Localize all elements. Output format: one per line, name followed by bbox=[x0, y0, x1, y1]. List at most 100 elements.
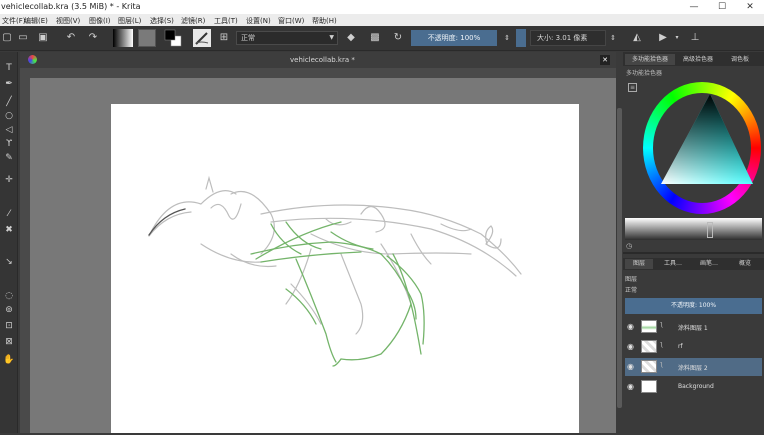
horizontal-ruler bbox=[20, 68, 616, 78]
inherit-alpha-icon[interactable]: ʅ bbox=[660, 320, 663, 328]
krita-logo-icon bbox=[28, 55, 37, 64]
vertical-scrollbar[interactable] bbox=[616, 52, 623, 433]
mirror-vertical-icon[interactable]: ▶ bbox=[656, 31, 670, 45]
value-gradient-bar[interactable] bbox=[625, 218, 762, 240]
text-tool-icon[interactable]: T bbox=[3, 62, 15, 74]
menu-help[interactable]: 帮助(H) bbox=[312, 16, 337, 26]
saturation-value-triangle[interactable] bbox=[643, 82, 761, 214]
tab-layers[interactable]: 图层 bbox=[625, 259, 653, 269]
bezier-tool-icon[interactable]: ϒ bbox=[3, 138, 15, 150]
menu-window[interactable]: 窗口(W) bbox=[278, 16, 304, 26]
brush-size-slider[interactable]: 大小: 3.01 像素 bbox=[530, 30, 606, 46]
chevron-down-icon: ▼ bbox=[329, 34, 334, 41]
right-docker: 多功能拾色器 高级拾色器 调色板 多功能拾色器 ≡ ◷ 图层 工具… 画笔… 概… bbox=[623, 52, 764, 433]
smart-patch-icon[interactable]: ✖ bbox=[3, 224, 15, 236]
size-spin-icon[interactable]: ⇕ bbox=[606, 31, 620, 45]
layer-thumbnail bbox=[641, 340, 657, 353]
menu-edit[interactable]: 编辑(E) bbox=[24, 16, 48, 26]
pattern-selector[interactable] bbox=[138, 29, 156, 47]
similar-select-icon[interactable]: ⊡ bbox=[3, 320, 15, 332]
value-gradient-marker[interactable] bbox=[707, 222, 713, 238]
freehand-path-icon[interactable]: ✎ bbox=[3, 152, 15, 164]
layer-row-selected[interactable]: ◉ ʅ 涂料图层 2 bbox=[625, 358, 762, 376]
opacity-slider[interactable]: 不透明度: 100% bbox=[411, 30, 497, 46]
move-tool-icon[interactable]: ✛ bbox=[3, 174, 15, 186]
tab-brush-presets[interactable]: 画笔… bbox=[693, 259, 725, 269]
tab-palette[interactable]: 调色板 bbox=[721, 54, 759, 65]
save-icon[interactable]: ▣ bbox=[36, 31, 50, 45]
layer-blend-mode-dropdown[interactable]: 正常 bbox=[625, 285, 637, 294]
color-panel-subtitle: 多功能拾色器 bbox=[626, 70, 663, 77]
menu-layer[interactable]: 图层(L) bbox=[118, 16, 141, 26]
eraser-icon[interactable]: ◆ bbox=[344, 31, 358, 45]
line-tool-icon[interactable]: ╱ bbox=[3, 96, 15, 108]
assistant-tool-icon[interactable]: ↘ bbox=[3, 256, 15, 268]
mirror-options-icon[interactable]: ▾ bbox=[670, 31, 684, 45]
pan-tool-icon[interactable]: ✋ bbox=[3, 354, 15, 366]
brush-settings-icon[interactable]: ⊞ bbox=[217, 31, 231, 45]
gradient-selector[interactable] bbox=[113, 29, 133, 47]
document-tab[interactable]: vehiclecollab.kra * ✕ bbox=[20, 52, 616, 68]
polygon-tool-icon[interactable]: ◁ bbox=[3, 124, 15, 136]
blend-mode-dropdown[interactable]: 正常 ▼ bbox=[236, 31, 338, 45]
reload-preset-icon[interactable]: ↻ bbox=[391, 31, 405, 45]
scrollbar-thumb[interactable] bbox=[617, 108, 622, 408]
visibility-eye-icon[interactable]: ◉ bbox=[627, 382, 634, 391]
tab-overview[interactable]: 概览 bbox=[729, 259, 761, 269]
ellipse-tool-icon[interactable]: ○ bbox=[3, 110, 15, 122]
undo-icon[interactable]: ↶ bbox=[64, 31, 78, 45]
tab-advanced-color-selector[interactable]: 高级拾色器 bbox=[677, 54, 719, 65]
inherit-alpha-icon[interactable]: ʅ bbox=[660, 360, 663, 368]
document-tab-title: vehiclecollab.kra * bbox=[290, 56, 355, 64]
tab-multi-color-selector[interactable]: 多功能拾色器 bbox=[625, 54, 675, 65]
mirror-horizontal-icon[interactable]: ◭ bbox=[630, 31, 644, 45]
menu-filter[interactable]: 滤镜(R) bbox=[181, 16, 205, 26]
layer-name: 涂料图层 2 bbox=[678, 365, 708, 372]
menu-file[interactable]: 文件(F) bbox=[2, 16, 26, 26]
sketch-drawing bbox=[148, 175, 522, 367]
menu-view[interactable]: 视图(V) bbox=[56, 16, 80, 26]
layer-row[interactable]: ◉ Background bbox=[625, 378, 762, 396]
menu-tools[interactable]: 工具(T) bbox=[214, 16, 238, 26]
bezier-select-icon[interactable]: ⊠ bbox=[3, 336, 15, 348]
brush-preset-icon[interactable] bbox=[193, 29, 211, 47]
contiguous-select-icon[interactable]: ⊚ bbox=[3, 304, 15, 316]
calligraphy-tool-icon[interactable]: ✒ bbox=[3, 78, 15, 90]
fg-bg-color-icon[interactable] bbox=[164, 29, 182, 47]
visibility-eye-icon[interactable]: ◉ bbox=[627, 362, 634, 371]
document-canvas[interactable] bbox=[111, 104, 579, 433]
alpha-lock-icon[interactable]: ▩ bbox=[368, 31, 382, 45]
main-toolbar: ▢ ▭ ▣ ↶ ↷ ⊞ 正常 ▼ ◆ ▩ ↻ 不透明度: 100% ⇕ 大小: … bbox=[0, 26, 764, 51]
layer-thumbnail bbox=[641, 360, 657, 373]
color-selector[interactable]: ≡ bbox=[625, 80, 762, 216]
minimize-button[interactable]: — bbox=[680, 0, 708, 14]
menu-select[interactable]: 选择(S) bbox=[150, 16, 174, 26]
maximize-button[interactable]: ☐ bbox=[708, 0, 736, 14]
menu-image[interactable]: 图像(I) bbox=[89, 16, 111, 26]
menu-bar: 文件(F) 编辑(E) 视图(V) 图像(I) 图层(L) 选择(S) 滤镜(R… bbox=[0, 14, 764, 26]
visibility-eye-icon[interactable]: ◉ bbox=[627, 322, 634, 331]
title-bar: vehiclecollab.kra (3.5 MiB) * - Krita — … bbox=[0, 0, 764, 14]
layer-thumbnail bbox=[641, 320, 657, 333]
visibility-eye-icon[interactable]: ◉ bbox=[627, 342, 634, 351]
redo-icon[interactable]: ↷ bbox=[86, 31, 100, 45]
layer-row[interactable]: ◉ ʅ rf bbox=[625, 338, 762, 356]
color-picker-icon[interactable]: ⁄ bbox=[3, 208, 15, 220]
close-window-button[interactable]: ✕ bbox=[736, 0, 764, 14]
inherit-alpha-icon[interactable]: ʅ bbox=[660, 340, 663, 348]
open-folder-icon[interactable]: ▭ bbox=[16, 31, 30, 45]
close-document-icon[interactable]: ✕ bbox=[600, 55, 610, 65]
new-document-icon[interactable]: ▢ bbox=[0, 31, 14, 45]
color-history-icon[interactable]: ◷ bbox=[626, 242, 632, 250]
layer-header: 图层 正常 bbox=[625, 274, 762, 294]
elliptical-select-icon[interactable]: ◌ bbox=[3, 290, 15, 302]
layer-opacity-slider[interactable]: 不透明度: 100% bbox=[625, 298, 762, 314]
wrap-around-icon[interactable]: ⊥ bbox=[688, 31, 702, 45]
tab-tool-options[interactable]: 工具… bbox=[657, 259, 689, 269]
menu-settings[interactable]: 设置(N) bbox=[246, 16, 271, 26]
docker-divider[interactable] bbox=[623, 252, 764, 254]
opacity-spin-icon[interactable]: ⇕ bbox=[500, 31, 514, 45]
color-settings-icon[interactable]: ≡ bbox=[628, 83, 637, 92]
layer-row[interactable]: ◉ ʅ 涂料图层 1 bbox=[625, 318, 762, 336]
size-slider-handle[interactable] bbox=[516, 29, 526, 47]
